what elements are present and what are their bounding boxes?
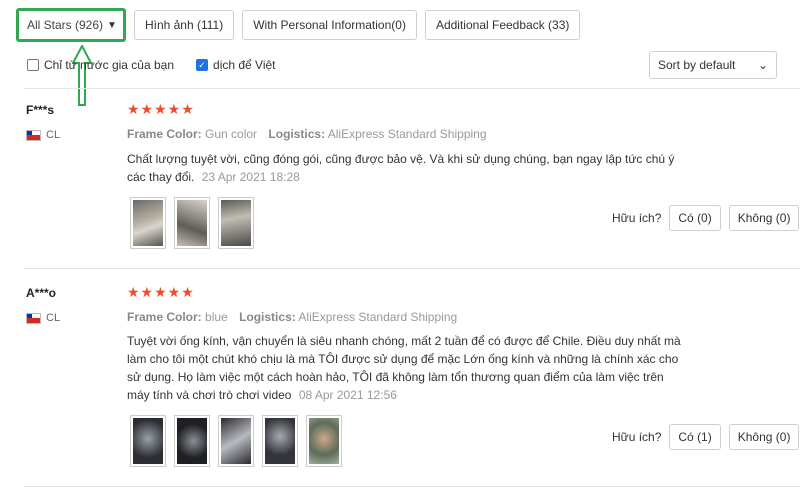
divider	[24, 268, 800, 269]
helpful-yes-button[interactable]: Có (1)	[669, 424, 721, 450]
review-meta: Frame Color: blue Logistics: AliExpress …	[127, 310, 457, 324]
helpful-label: Hữu ích?	[612, 211, 662, 225]
review-photo-thumbnail[interactable]	[262, 415, 298, 467]
review-date: 23 Apr 2021 18:28	[201, 170, 300, 184]
own-country-checkbox[interactable]	[27, 59, 39, 71]
chile-flag-icon	[26, 129, 41, 141]
translate-checkbox[interactable]: ✓	[196, 59, 209, 71]
helpful-yes-button[interactable]: Có (0)	[669, 205, 721, 231]
review-photos	[130, 197, 254, 249]
review-text: Tuyệt vời ống kính, vận chuyển là siêu n…	[127, 332, 687, 404]
sort-selected-label: Sort by default	[658, 58, 736, 72]
helpful-label: Hữu ích?	[612, 430, 662, 444]
personal-info-filter-button[interactable]: With Personal Information(0)	[242, 10, 417, 40]
up-arrow-annotation-icon	[72, 45, 92, 106]
logistics-value: AliExpress Standard Shipping	[327, 127, 487, 141]
all-stars-filter-label: All Stars (926)	[27, 18, 104, 32]
reviewer-country: CL	[26, 312, 60, 324]
review-body: Tuyệt vời ống kính, vận chuyển là siêu n…	[127, 334, 681, 402]
frame-color-label: Frame Color:	[127, 127, 202, 141]
review-photo-thumbnail[interactable]	[130, 197, 166, 249]
chevron-down-icon: ⌄	[757, 58, 768, 72]
star-rating: ★★★★★	[127, 101, 195, 117]
sort-dropdown[interactable]: Sort by default ⌄	[649, 51, 777, 79]
chile-flag-icon	[26, 312, 41, 324]
logistics-value: AliExpress Standard Shipping	[298, 310, 458, 324]
additional-feedback-filter-button[interactable]: Additional Feedback (33)	[424, 10, 581, 40]
own-country-option[interactable]: Chỉ từ nước gia của bạn	[27, 58, 174, 72]
reviewer-name: A***o	[26, 286, 57, 300]
filter-bar: All Stars (926) ▼ Hình ảnh (111) With Pe…	[16, 8, 581, 42]
logistics-label: Logistics:	[268, 127, 326, 141]
helpful-no-button[interactable]: Không (0)	[728, 205, 800, 231]
review-photos	[130, 415, 342, 467]
all-stars-filter-select[interactable]: All Stars (926) ▼	[16, 8, 126, 42]
translate-option[interactable]: ✓ dịch để Việt	[196, 58, 276, 72]
review-photo-thumbnail[interactable]	[174, 415, 210, 467]
helpful-no-button[interactable]: Không (0)	[728, 424, 800, 450]
translate-label: dịch để Việt	[213, 58, 276, 72]
helpful-vote: Hữu ích? Có (0) Không (0)	[612, 205, 800, 231]
chevron-down-icon: ▼	[107, 19, 117, 31]
frame-color-value: blue	[205, 310, 228, 324]
logistics-label: Logistics:	[239, 310, 296, 324]
frame-color-label: Frame Color:	[127, 310, 202, 324]
frame-color-value: Gun color	[205, 127, 258, 141]
images-filter-button[interactable]: Hình ảnh (111)	[133, 10, 235, 40]
review-photo-thumbnail[interactable]	[218, 197, 254, 249]
helpful-vote: Hữu ích? Có (1) Không (0)	[612, 424, 800, 450]
review-options: Chỉ từ nước gia của bạn ✓ dịch để Việt	[27, 58, 276, 72]
review-photo-thumbnail[interactable]	[306, 415, 342, 467]
own-country-label: Chỉ từ nước gia của bạn	[44, 58, 175, 72]
review-photo-thumbnail[interactable]	[218, 415, 254, 467]
country-code: CL	[46, 312, 61, 324]
reviewer-country: CL	[26, 129, 60, 141]
review-photo-thumbnail[interactable]	[130, 415, 166, 467]
review-date: 08 Apr 2021 12:56	[298, 388, 397, 402]
divider	[24, 88, 800, 89]
country-code: CL	[46, 129, 61, 141]
review-photo-thumbnail[interactable]	[174, 197, 210, 249]
divider	[24, 486, 800, 487]
star-rating: ★★★★★	[127, 284, 195, 300]
reviewer-name: F***s	[26, 103, 55, 117]
review-meta: Frame Color: Gun color Logistics: AliExp…	[127, 127, 487, 141]
review-text: Chất lượng tuyệt vời, cũng đóng gói, cũn…	[127, 150, 687, 186]
